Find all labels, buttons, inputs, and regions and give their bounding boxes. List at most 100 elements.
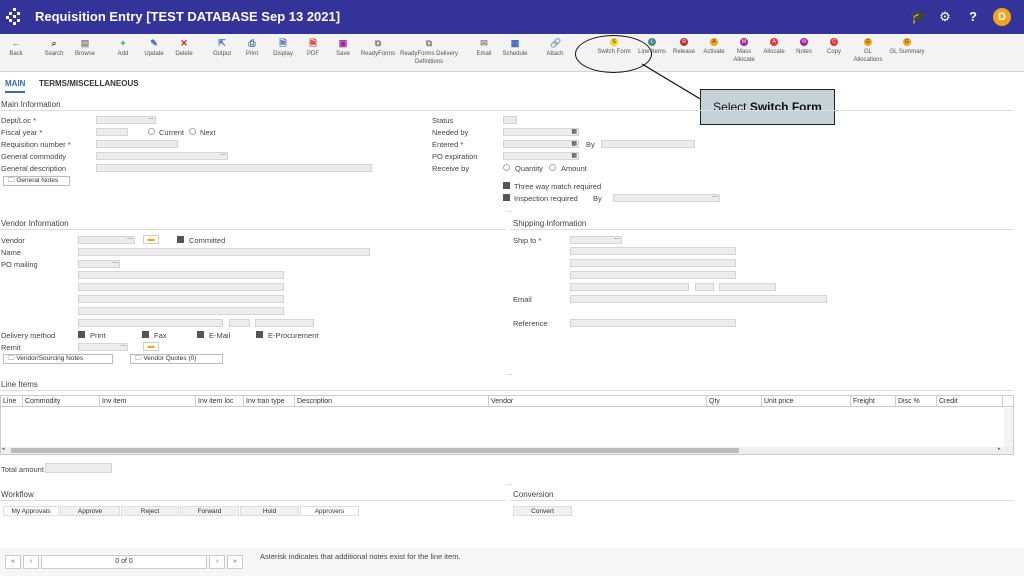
next-page-icon[interactable]: › <box>209 555 225 569</box>
lookup-icon[interactable]: ... <box>120 341 126 348</box>
calendar-icon[interactable]: ▦ <box>571 152 577 159</box>
ship-to-state[interactable] <box>695 283 714 291</box>
scroll-left-arrow-icon[interactable]: ◂ <box>2 446 5 452</box>
next-radio[interactable] <box>189 128 196 135</box>
general-commodity-field[interactable]: ... <box>96 150 228 160</box>
po-mailing-state[interactable] <box>229 319 250 327</box>
remit-field[interactable]: ... <box>78 341 128 351</box>
lookup-icon[interactable]: ... <box>148 114 154 121</box>
convert-button[interactable]: Convert <box>513 506 572 516</box>
eprocurement-checkbox[interactable] <box>256 331 263 338</box>
column-header[interactable]: Line <box>1 396 23 407</box>
gl-summary-button[interactable]: G GL Summary <box>888 38 926 56</box>
fax-checkbox[interactable] <box>142 331 149 338</box>
dept-loc-field[interactable]: ... <box>96 114 156 124</box>
ship-to-city[interactable] <box>570 283 689 291</box>
vertical-scrollbar[interactable] <box>1004 408 1013 447</box>
po-mailing-city[interactable] <box>78 319 223 327</box>
last-page-icon[interactable]: » <box>227 555 243 569</box>
column-header[interactable]: Commodity <box>23 396 100 407</box>
column-header[interactable]: Description <box>295 396 489 407</box>
column-header[interactable]: Vendor <box>489 396 707 407</box>
po-mailing-address-4[interactable] <box>78 307 284 315</box>
po-mailing-field[interactable]: ... <box>78 258 120 268</box>
lookup-icon[interactable]: ... <box>712 192 718 199</box>
add-button[interactable]: + Add <box>113 38 133 58</box>
vendor-sourcing-notes-button[interactable]: 🗀 Vendor/Sourcing Notes <box>3 354 113 364</box>
copy-button[interactable]: C Copy <box>824 38 844 56</box>
po-expiration-field[interactable]: ▦ <box>503 152 579 160</box>
line-items-grid[interactable]: Line Commodity Inv item Inv item loc Inv… <box>0 395 1014 455</box>
hold-button[interactable]: Hold <box>240 506 299 516</box>
schedule-button[interactable]: ▦ Schedule <box>502 38 528 58</box>
column-header[interactable]: Disc % <box>896 396 937 407</box>
first-page-icon[interactable]: « <box>5 555 21 569</box>
column-header[interactable]: Unit price <box>762 396 851 407</box>
graduation-cap-icon[interactable]: 🎓 <box>910 8 928 26</box>
vendor-field[interactable]: ... <box>78 234 135 244</box>
general-description-field[interactable] <box>96 164 372 172</box>
mass-allocate-button[interactable]: M Mass Allocate <box>732 38 756 64</box>
po-mailing-address-2[interactable] <box>78 283 284 291</box>
calendar-icon[interactable]: ▦ <box>571 128 577 135</box>
ship-to-address-1[interactable] <box>570 247 736 255</box>
reference-field[interactable] <box>570 319 736 327</box>
lookup-icon[interactable]: ... <box>112 258 118 265</box>
ship-to-zip[interactable] <box>719 283 776 291</box>
activate-button[interactable]: A Activate <box>702 38 726 56</box>
column-header[interactable]: Freight <box>851 396 896 407</box>
email-button[interactable]: ✉ Email <box>474 38 494 58</box>
lookup-icon[interactable]: ... <box>220 150 226 157</box>
inspection-by-field[interactable]: ... <box>613 192 720 202</box>
browse-button[interactable]: ▤ Browse <box>73 38 97 58</box>
po-mailing-zip[interactable] <box>255 319 314 327</box>
current-radio[interactable] <box>148 128 155 135</box>
app-logo-icon[interactable] <box>6 8 22 26</box>
output-button[interactable]: ⇱ Output <box>210 38 234 58</box>
ship-to-address-2[interactable] <box>570 259 736 267</box>
calendar-icon[interactable]: ▦ <box>571 140 577 147</box>
quantity-radio[interactable] <box>503 164 510 171</box>
po-mailing-address-3[interactable] <box>78 295 284 303</box>
email-checkbox[interactable] <box>197 331 204 338</box>
lookup-icon[interactable]: ... <box>614 234 620 241</box>
print-button[interactable]: ⎙ Print <box>242 38 262 58</box>
column-header[interactable]: Inv tran type <box>244 396 295 407</box>
print-checkbox[interactable] <box>78 331 85 338</box>
lookup-icon[interactable]: ... <box>127 234 133 241</box>
scroll-right-arrow-icon[interactable]: ▸ <box>998 446 1001 452</box>
column-header[interactable]: Credit <box>937 396 1003 407</box>
fiscal-year-field[interactable] <box>96 128 128 136</box>
display-button[interactable]: 🗎 Display <box>270 38 296 58</box>
forward-button[interactable]: Forward <box>180 506 239 516</box>
horizontal-scrollbar[interactable]: ◂ ▸ <box>1 446 1013 454</box>
pdf-button[interactable]: 🗎 PDF <box>303 38 323 58</box>
po-mailing-address-1[interactable] <box>78 271 284 279</box>
save-button[interactable]: ▣ Save <box>333 38 353 58</box>
avatar[interactable]: D <box>993 8 1011 26</box>
vendor-quotes-button[interactable]: 🗀 Vendor Quotes (0) <box>130 354 223 364</box>
amount-radio[interactable] <box>549 164 556 171</box>
entered-by-field[interactable] <box>601 140 695 148</box>
ship-to-address-3[interactable] <box>570 271 736 279</box>
update-button[interactable]: ✎ Update <box>142 38 166 58</box>
three-way-match-checkbox[interactable] <box>503 182 510 189</box>
delete-button[interactable]: ✕ Delete <box>172 38 196 58</box>
column-header[interactable]: Qty <box>707 396 762 407</box>
allocate-button[interactable]: A Allocate <box>762 38 786 56</box>
help-icon[interactable]: ? <box>964 8 982 26</box>
tab-terms-miscellaneous[interactable]: TERMS/MISCELLANEOUS <box>39 79 139 91</box>
reject-button[interactable]: Reject <box>121 506 179 516</box>
needed-by-field[interactable]: ▦ <box>503 128 579 136</box>
attach-button[interactable]: 🔗 Attach <box>544 38 566 58</box>
ship-email-field[interactable] <box>570 295 827 303</box>
approvers-button[interactable]: Approvers <box>300 506 359 516</box>
remit-folder-icon[interactable]: ▬ <box>143 342 159 351</box>
ship-to-field[interactable]: ... <box>570 234 622 244</box>
column-header[interactable]: Inv item <box>100 396 196 407</box>
inspection-required-checkbox[interactable] <box>503 194 510 201</box>
scrollbar-thumb[interactable] <box>11 448 739 453</box>
back-button[interactable]: ← Back <box>5 38 27 58</box>
readyforms-delivery-button[interactable]: ⧉ ReadyForms Delivery Definitions <box>398 38 460 66</box>
my-approvals-button[interactable]: My Approvals <box>3 506 59 516</box>
